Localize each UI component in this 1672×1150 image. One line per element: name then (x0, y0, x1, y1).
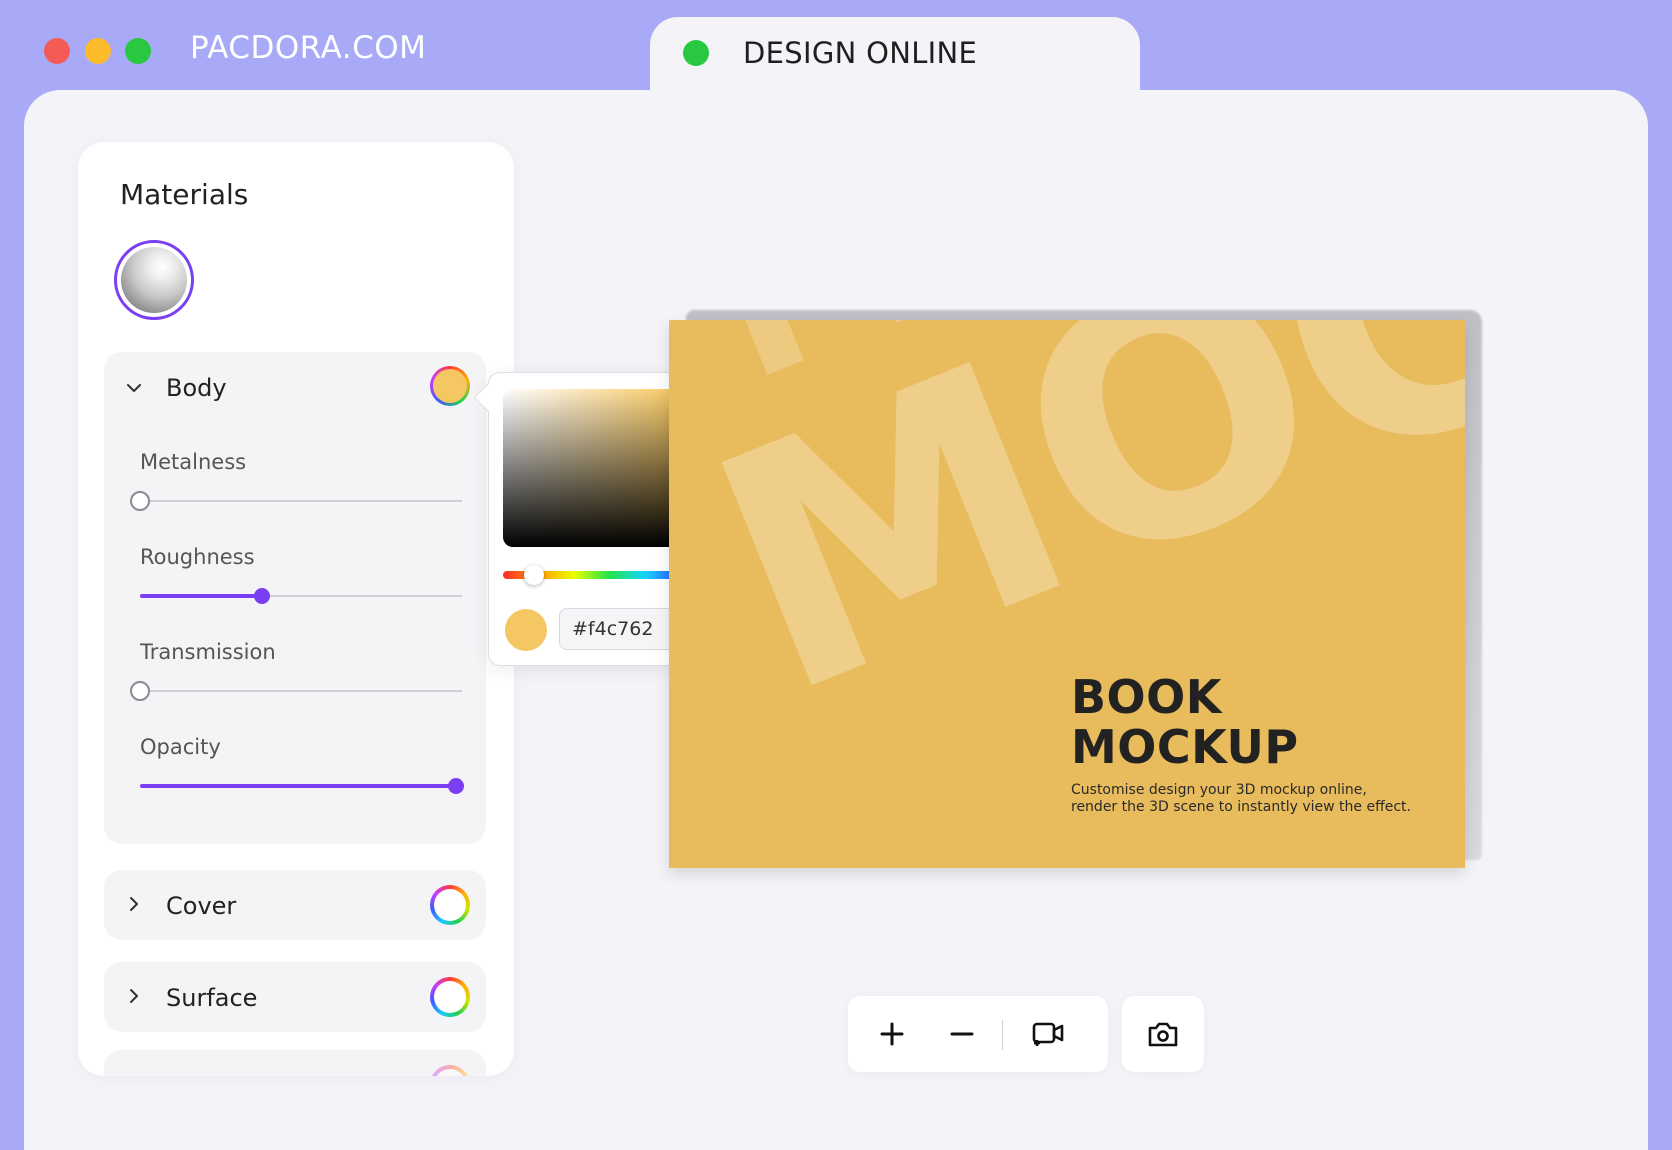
body-color-swatch-fill (433, 369, 467, 403)
maximize-window-dot[interactable] (125, 38, 151, 64)
metalness-slider[interactable] (130, 491, 462, 511)
roughness-slider-fill (140, 594, 263, 598)
section-next-partial[interactable] (104, 1050, 486, 1076)
book-subtitle: Customise design your 3D mockup online, … (1071, 782, 1411, 815)
metalness-label: Metalness (140, 450, 247, 474)
book-title-line1: BOOK (1071, 670, 1222, 724)
next-color-swatch-fill (434, 1069, 466, 1076)
book-title-line2: MOCKUP (1071, 720, 1299, 774)
cover-color-swatch[interactable] (430, 885, 470, 925)
transmission-slider-handle[interactable] (130, 681, 150, 701)
opacity-label: Opacity (140, 735, 221, 759)
screenshot-button[interactable] (1122, 996, 1204, 1072)
camera-view-button[interactable] (1030, 1016, 1066, 1052)
transmission-slider[interactable] (130, 681, 462, 701)
opacity-slider[interactable] (140, 778, 464, 794)
transmission-label: Transmission (140, 640, 276, 664)
view-toolbar (848, 996, 1108, 1072)
plus-icon (880, 1022, 904, 1046)
toolbar-divider (1002, 1020, 1003, 1050)
brand-title: PACDORA.COM (190, 30, 427, 66)
roughness-label: Roughness (140, 545, 255, 569)
video-camera-icon (1032, 1022, 1064, 1046)
materials-title: Materials (120, 178, 249, 211)
tab-design-online-label: DESIGN ONLINE (743, 36, 978, 70)
section-surface-label[interactable]: Surface (166, 984, 257, 1012)
chevron-right-icon[interactable] (124, 894, 144, 914)
section-body: Body Metalness Roughness Transmission Op… (104, 352, 486, 844)
section-surface[interactable]: Surface (104, 962, 486, 1032)
zoom-out-button[interactable] (944, 1016, 980, 1052)
metalness-slider-handle[interactable] (130, 491, 150, 511)
camera-icon (1148, 1022, 1178, 1047)
next-color-swatch[interactable] (430, 1065, 470, 1076)
tab-status-dot (683, 40, 709, 66)
chevron-down-icon[interactable] (124, 378, 144, 398)
minus-icon (950, 1032, 974, 1036)
section-body-label[interactable]: Body (166, 374, 227, 402)
surface-color-swatch[interactable] (430, 977, 470, 1017)
surface-color-swatch-fill (434, 981, 466, 1013)
opacity-slider-fill (140, 784, 456, 788)
chevron-right-icon[interactable] (124, 986, 144, 1006)
book-title: BOOK MOCKUP (1071, 672, 1299, 772)
close-window-dot[interactable] (44, 38, 70, 64)
book-mockup-preview[interactable]: MOCKUP MOCKUP BOOK MOCKUP Customise desi… (669, 320, 1465, 868)
body-color-swatch[interactable] (430, 366, 470, 406)
minimize-window-dot[interactable] (85, 38, 111, 64)
current-color-swatch (505, 609, 547, 651)
material-sphere-preview (121, 247, 187, 313)
opacity-slider-handle[interactable] (447, 778, 464, 794)
section-cover-label[interactable]: Cover (166, 892, 236, 920)
section-cover[interactable]: Cover (104, 870, 486, 940)
hue-slider-handle[interactable] (524, 565, 545, 585)
roughness-slider[interactable] (140, 588, 462, 604)
zoom-in-button[interactable] (874, 1016, 910, 1052)
cover-color-swatch-fill (434, 889, 466, 921)
roughness-slider-handle[interactable] (254, 588, 271, 604)
material-preset-sphere[interactable] (114, 240, 194, 320)
materials-panel: Materials Body Metalness Roughness Trans… (78, 142, 514, 1076)
